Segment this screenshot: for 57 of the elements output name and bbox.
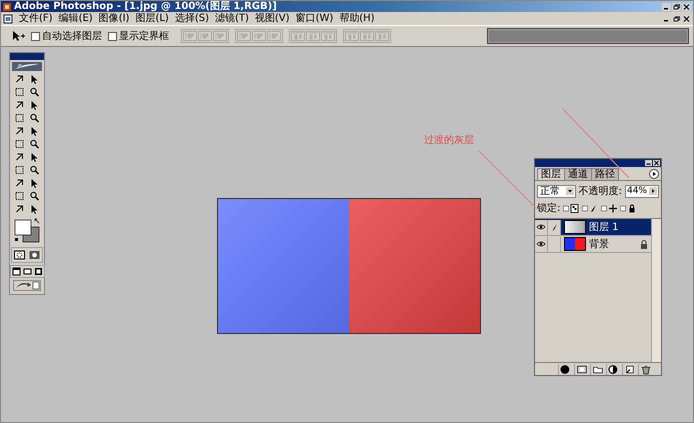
- checkbox[interactable]: [108, 32, 117, 40]
- lock-all-icon[interactable]: [620, 204, 636, 212]
- palette-title-bar: [10, 53, 44, 60]
- caret-icon[interactable]: [649, 187, 657, 195]
- trash-icon[interactable]: [638, 364, 653, 374]
- blend-mode-dropdown[interactable]: 正常: [537, 184, 576, 198]
- restore-button[interactable]: [672, 14, 681, 22]
- mask-icon[interactable]: [574, 364, 589, 374]
- scrollbar[interactable]: [651, 219, 661, 362]
- panel-tab[interactable]: 通道: [564, 168, 592, 180]
- layer-name: 图层 1: [589, 221, 620, 234]
- menu-item[interactable]: 窗口(W): [296, 12, 334, 24]
- menu-item[interactable]: 文件(F): [19, 12, 53, 24]
- layer-row[interactable]: 图层 1: [535, 219, 651, 236]
- checkbox[interactable]: [31, 32, 40, 40]
- folder-icon[interactable]: [590, 364, 605, 374]
- eye-icon[interactable]: [536, 223, 546, 231]
- lock-transparency-icon[interactable]: [563, 204, 580, 212]
- close-button[interactable]: [653, 160, 660, 166]
- jump-to-imageready-icon[interactable]: [13, 280, 41, 291]
- minimize-button[interactable]: [645, 160, 652, 166]
- eye-icon[interactable]: [536, 240, 546, 248]
- color-swatches-icon[interactable]: [12, 217, 42, 245]
- lock-move-icon[interactable]: [601, 204, 618, 212]
- layer-row[interactable]: 背景: [535, 236, 651, 253]
- panel-menu-icon[interactable]: [649, 169, 659, 179]
- lock-brush-icon[interactable]: [582, 204, 598, 212]
- leader-line: [478, 150, 538, 210]
- menu-item[interactable]: 滤镜(T): [214, 12, 249, 24]
- annotation-text: 过渡的灰层: [424, 134, 474, 147]
- checkbox-label: 自动选择图层: [42, 30, 102, 43]
- quick-mask-icon[interactable]: [28, 249, 41, 261]
- menu-item[interactable]: 编辑(E): [58, 12, 93, 24]
- lock-label: 锁定:: [537, 202, 560, 215]
- menu-item[interactable]: 选择(S): [174, 12, 209, 24]
- restore-button[interactable]: [672, 2, 681, 10]
- opacity-field[interactable]: 44%: [624, 184, 659, 198]
- layer-name: 背景: [589, 238, 610, 251]
- close-button[interactable]: [682, 14, 691, 22]
- caret-icon[interactable]: [566, 187, 574, 195]
- move-tool-icon[interactable]: [11, 30, 25, 42]
- window-title: Adobe Photoshop - [1.jpg @ 100%(图层 1,RGB)]: [14, 1, 277, 12]
- menu-item[interactable]: 图像(I): [98, 12, 130, 24]
- opacity-label: 不透明度:: [578, 184, 622, 198]
- checkbox-label: 显示定界框: [119, 30, 169, 43]
- feather-logo-icon[interactable]: [12, 62, 42, 71]
- screen-mode-icon[interactable]: [12, 267, 20, 276]
- panel-tab[interactable]: 路径: [591, 168, 619, 180]
- menu-item[interactable]: 帮助(H): [339, 12, 375, 24]
- standard-mode-icon[interactable]: [13, 249, 26, 261]
- panel-tab[interactable]: 图层: [537, 168, 565, 180]
- menu-item[interactable]: 视图(V): [254, 12, 290, 24]
- close-button[interactable]: [682, 2, 691, 10]
- app-icon: [3, 2, 11, 10]
- menu-item[interactable]: 图层(L): [135, 12, 169, 24]
- leader-line: [562, 108, 630, 178]
- minimize-button[interactable]: [662, 2, 671, 10]
